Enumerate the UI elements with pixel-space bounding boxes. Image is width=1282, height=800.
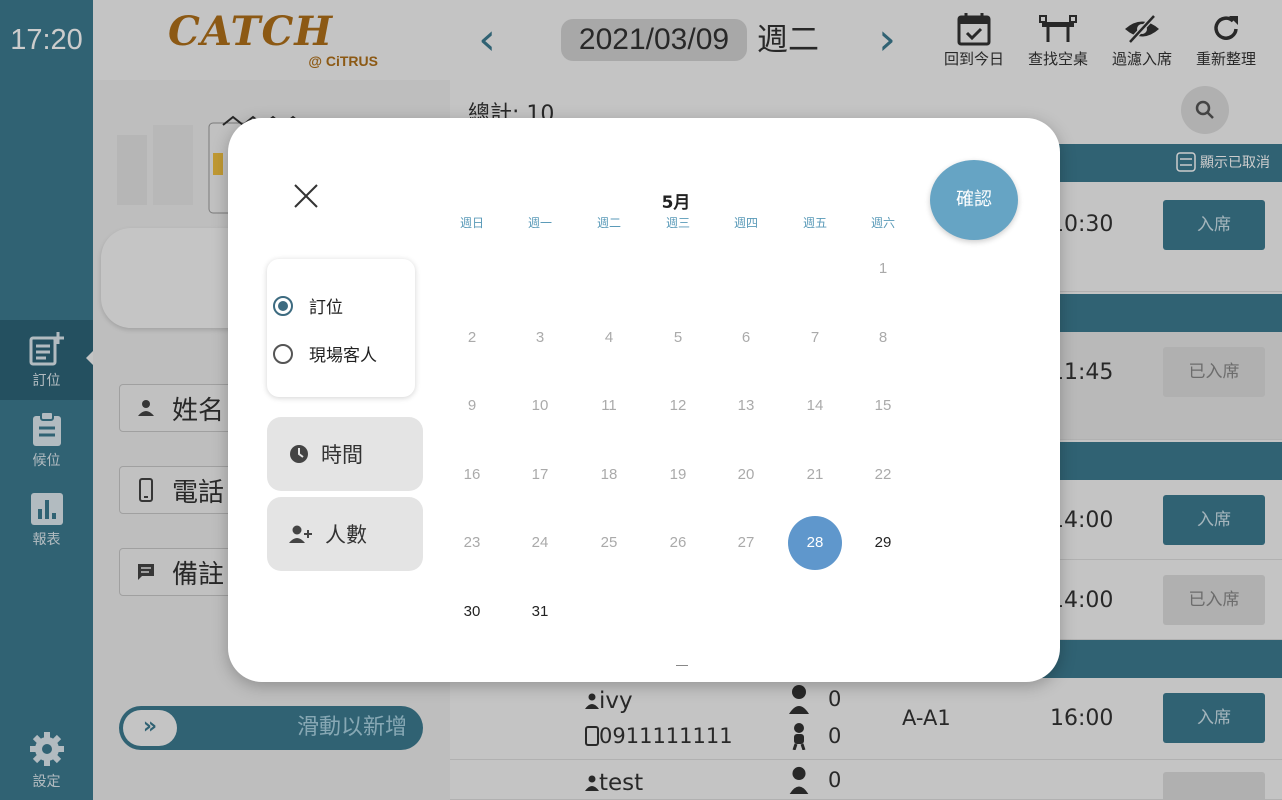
calendar-weekday: 週三 — [665, 216, 690, 230]
calendar-weekday: 週一 — [527, 216, 552, 230]
calendar-day[interactable]: 6 — [719, 311, 773, 365]
calendar-weekday: 週五 — [802, 216, 827, 230]
type-option-walkin[interactable]: 現場客人 — [273, 341, 377, 366]
reservation-type-selector: 訂位 現場客人 — [267, 259, 415, 397]
scroll-handle[interactable] — [676, 665, 688, 666]
calendar-day[interactable]: 1 — [856, 242, 910, 296]
calendar-day[interactable]: 16 — [445, 448, 499, 502]
confirm-button[interactable]: 確認 — [930, 160, 1018, 240]
calendar-day[interactable]: 12 — [651, 379, 705, 433]
app-root: 17:20 訂位 候位 報表 設定 CATCH @ CiTRUS ‹ 2021/… — [0, 0, 1282, 800]
calendar-day[interactable]: 20 — [719, 448, 773, 502]
calendar-day[interactable]: 19 — [651, 448, 705, 502]
time-button-label: 時間 — [321, 443, 363, 467]
calendar-day[interactable]: 17 — [513, 448, 567, 502]
calendar-day[interactable]: 5 — [651, 311, 705, 365]
calendar-weekday: 週二 — [596, 216, 621, 230]
type-option-label: 訂位 — [309, 298, 343, 318]
calendar-day[interactable]: 22 — [856, 448, 910, 502]
calendar-day[interactable]: 29 — [856, 516, 910, 570]
calendar-weekday: 週四 — [733, 216, 758, 230]
calendar-day[interactable]: 23 — [445, 516, 499, 570]
calendar-day-selected[interactable]: 28 — [788, 516, 842, 570]
people-button-label: 人數 — [325, 523, 367, 547]
calendar-day[interactable]: 30 — [445, 585, 499, 639]
calendar-day[interactable]: 31 — [513, 585, 567, 639]
calendar-day[interactable]: 8 — [856, 311, 910, 365]
people-button[interactable]: 人數 — [267, 497, 423, 571]
clock-icon — [290, 445, 308, 463]
radio-selected[interactable] — [273, 295, 293, 316]
calendar-day[interactable]: 11 — [582, 379, 636, 433]
type-option-reservation[interactable]: 訂位 — [273, 293, 343, 318]
calendar-weekday: 週六 — [870, 216, 895, 230]
calendar-day[interactable]: 21 — [788, 448, 842, 502]
person-add-icon — [289, 525, 312, 543]
calendar-day[interactable]: 7 — [788, 311, 842, 365]
calendar-day[interactable]: 24 — [513, 516, 567, 570]
calendar-day[interactable]: 4 — [582, 311, 636, 365]
calendar-day[interactable]: 10 — [513, 379, 567, 433]
calendar-day[interactable]: 13 — [719, 379, 773, 433]
close-icon[interactable] — [290, 180, 322, 212]
time-button[interactable]: 時間 — [267, 417, 423, 491]
calendar-day[interactable]: 25 — [582, 516, 636, 570]
calendar-weekday: 週日 — [459, 216, 484, 230]
date-picker-modal: 訂位 現場客人 時間 人數 5月 週日 週一 週二 週三 週四 週五 週六 12345678… — [228, 118, 1060, 682]
calendar-day[interactable]: 27 — [719, 516, 773, 570]
calendar-month-title: 5月 — [661, 193, 691, 213]
calendar-day[interactable]: 18 — [582, 448, 636, 502]
calendar-day[interactable]: 3 — [513, 311, 567, 365]
calendar-day[interactable]: 9 — [445, 379, 499, 433]
calendar-day[interactable]: 14 — [788, 379, 842, 433]
calendar-day[interactable]: 26 — [651, 516, 705, 570]
radio-unselected[interactable] — [273, 343, 293, 364]
type-option-label: 現場客人 — [309, 346, 377, 366]
calendar-day[interactable]: 2 — [445, 311, 499, 365]
calendar-day[interactable]: 15 — [856, 379, 910, 433]
